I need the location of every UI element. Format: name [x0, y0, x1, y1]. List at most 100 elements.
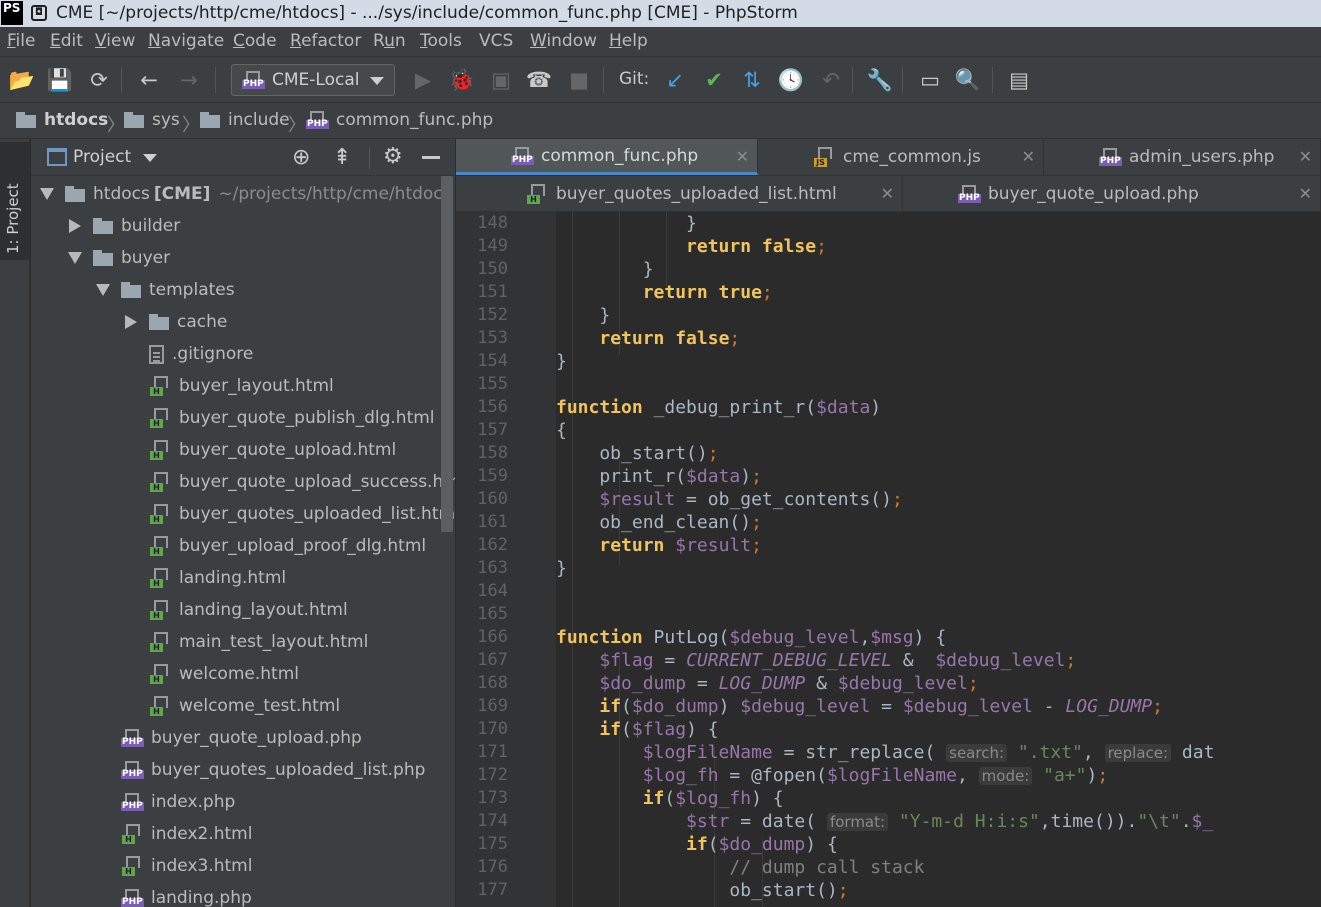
tree-item[interactable]: templates: [93, 274, 235, 306]
menu-item-view[interactable]: View: [95, 27, 135, 56]
tree-item[interactable]: Hindex3.html: [93, 850, 252, 882]
close-icon[interactable]: ✕: [1299, 176, 1312, 212]
html-file-icon: H: [149, 664, 171, 684]
forward-arrow-icon[interactable]: →: [176, 67, 202, 93]
breadcrumb-item-sys[interactable]: sys: [124, 110, 180, 130]
tree-item[interactable]: Hwelcome.html: [121, 658, 299, 690]
param-hint-format: format:: [826, 813, 889, 831]
menu-item-run[interactable]: Run: [373, 27, 406, 56]
expanded-arrow-icon[interactable]: [68, 252, 82, 264]
tree-item[interactable]: Hbuyer_quote_publish_dlg.html: [121, 402, 435, 434]
tree-item-label: buyer_upload_proof_dlg.html: [179, 536, 427, 556]
window-menu-icon[interactable]: ◘: [31, 5, 47, 21]
close-icon[interactable]: ✕: [1022, 139, 1035, 175]
git-commit-icon[interactable]: ✔: [701, 67, 727, 93]
line-number: 163: [477, 558, 508, 578]
tree-item[interactable]: Hindex2.html: [93, 818, 252, 850]
tree-item[interactable]: Hbuyer_layout.html: [121, 370, 334, 402]
html-file-icon: H: [149, 504, 171, 524]
menu-item-refactor[interactable]: Refactor: [290, 27, 361, 56]
project-tree-scrollbar[interactable]: [441, 176, 453, 532]
expanded-arrow-icon[interactable]: [96, 284, 110, 296]
breadcrumb-item-htdocs[interactable]: htdocs: [16, 110, 108, 130]
gear-icon[interactable]: ⚙: [383, 144, 403, 169]
editor-tab[interactable]: PHP admin_users.php ✕: [1044, 139, 1321, 175]
listen-debug-connections-icon[interactable]: ☎: [526, 67, 552, 93]
tree-item[interactable]: .gitignore: [121, 338, 253, 370]
tree-item[interactable]: buyer: [65, 242, 170, 274]
tree-item[interactable]: htdocs [CME] ~/projects/http/cme/htdocs: [37, 178, 452, 210]
menu-item-navigate[interactable]: Navigate: [148, 27, 224, 56]
tree-item[interactable]: Hmain_test_layout.html: [121, 626, 368, 658]
tree-item[interactable]: Hbuyer_quotes_uploaded_list.html: [121, 498, 455, 530]
menu-item-window[interactable]: Window: [530, 27, 597, 56]
tree-item-label: templates: [149, 280, 235, 300]
tree-item[interactable]: cache: [121, 306, 227, 338]
git-revert-icon[interactable]: ↶: [818, 67, 844, 93]
expanded-arrow-icon[interactable]: [40, 188, 54, 200]
collapse-all-icon[interactable]: ⇞: [333, 145, 351, 170]
html-file-icon: H: [149, 632, 171, 652]
menu-item-vcs[interactable]: VCS: [479, 27, 513, 56]
tree-item[interactable]: Hbuyer_upload_proof_dlg.html: [121, 530, 426, 562]
menu-item-edit[interactable]: Edit: [50, 27, 83, 56]
line-number: 155: [477, 374, 508, 394]
collapsed-arrow-icon[interactable]: [69, 219, 81, 233]
open-folder-icon[interactable]: 📂: [9, 67, 35, 93]
back-arrow-icon[interactable]: ←: [136, 67, 162, 93]
synchronize-icon[interactable]: ⟳: [86, 67, 112, 93]
locate-target-icon[interactable]: ⊕: [292, 145, 310, 170]
menu-item-tools[interactable]: Tools: [420, 27, 462, 56]
tree-item[interactable]: Hbuyer_quote_upload.html: [121, 434, 396, 466]
close-icon[interactable]: ✕: [1299, 139, 1312, 175]
search-icon[interactable]: 🔍: [955, 67, 981, 93]
tree-item[interactable]: PHP buyer_quotes_uploaded_list.php: [93, 754, 425, 786]
tree-item[interactable]: Hlanding.html: [121, 562, 286, 594]
run-with-coverage-icon[interactable]: ▣: [488, 67, 514, 93]
tree-item[interactable]: builder: [65, 210, 180, 242]
git-history-icon[interactable]: 🕓: [778, 67, 804, 93]
debug-bug-icon[interactable]: 🐞: [449, 67, 475, 93]
save-all-icon[interactable]: 💾: [47, 67, 73, 93]
tree-item[interactable]: Hwelcome_test.html: [121, 690, 340, 722]
collapsed-arrow-icon[interactable]: [125, 315, 137, 329]
tree-item[interactable]: Hlanding_layout.html: [121, 594, 348, 626]
tree-item[interactable]: PHP buyer_quote_upload.php: [93, 722, 362, 754]
stop-icon[interactable]: ■: [566, 67, 592, 93]
line-number: 169: [477, 696, 508, 716]
tree-item[interactable]: PHP index.php: [93, 786, 235, 818]
html-file-icon: H: [149, 472, 171, 492]
close-icon[interactable]: ✕: [736, 139, 749, 175]
close-icon[interactable]: ✕: [881, 176, 894, 212]
chevron-down-icon[interactable]: [143, 154, 157, 162]
project-tool-tab[interactable]: 1: Project: [0, 142, 30, 260]
tree-item[interactable]: PHP landing.php: [93, 882, 252, 907]
code-editor[interactable]: } return false; } return true; } return …: [556, 212, 1321, 907]
run-icon[interactable]: ▶: [410, 67, 436, 93]
menu-item-code[interactable]: Code: [233, 27, 277, 56]
project-tool-tab-label: 1: Project: [4, 183, 22, 254]
editor-tab[interactable]: JS cme_common.js ✕: [758, 139, 1044, 175]
editor-tab[interactable]: PHP common_func.php ✕: [456, 139, 758, 175]
menu-item-help[interactable]: Help: [609, 27, 648, 56]
line-number: 149: [477, 236, 508, 256]
editor-tab[interactable]: PHP buyer_quote_upload.php ✕: [903, 176, 1321, 212]
tree-item[interactable]: Hbuyer_quote_upload_success.html: [121, 466, 455, 498]
hide-panel-icon[interactable]: [422, 156, 440, 159]
terminal-icon[interactable]: ▭: [917, 67, 943, 93]
project-view-icon: [47, 148, 67, 166]
html-file-icon: H: [149, 536, 171, 556]
settings-wrench-icon[interactable]: 🔧: [867, 67, 893, 93]
project-panel-title[interactable]: Project: [73, 147, 131, 167]
structure-icon[interactable]: ▤: [1006, 67, 1032, 93]
breadcrumb-item-include[interactable]: include: [200, 110, 290, 130]
git-update-icon[interactable]: ↙: [662, 67, 688, 93]
project-path: ~/projects/http/cme/htdocs: [218, 184, 452, 204]
git-compare-icon[interactable]: ⇅: [739, 67, 765, 93]
breadcrumb-item-common-func[interactable]: PHP common_func.php: [306, 110, 493, 130]
run-configuration-select[interactable]: PHP CME-Local: [231, 64, 395, 96]
editor-tab[interactable]: Hbuyer_quotes_uploaded_list.html ✕: [471, 176, 903, 212]
line-number: 150: [477, 259, 508, 279]
menu-item-file[interactable]: File: [7, 27, 35, 56]
html-file-icon: H: [149, 408, 171, 428]
